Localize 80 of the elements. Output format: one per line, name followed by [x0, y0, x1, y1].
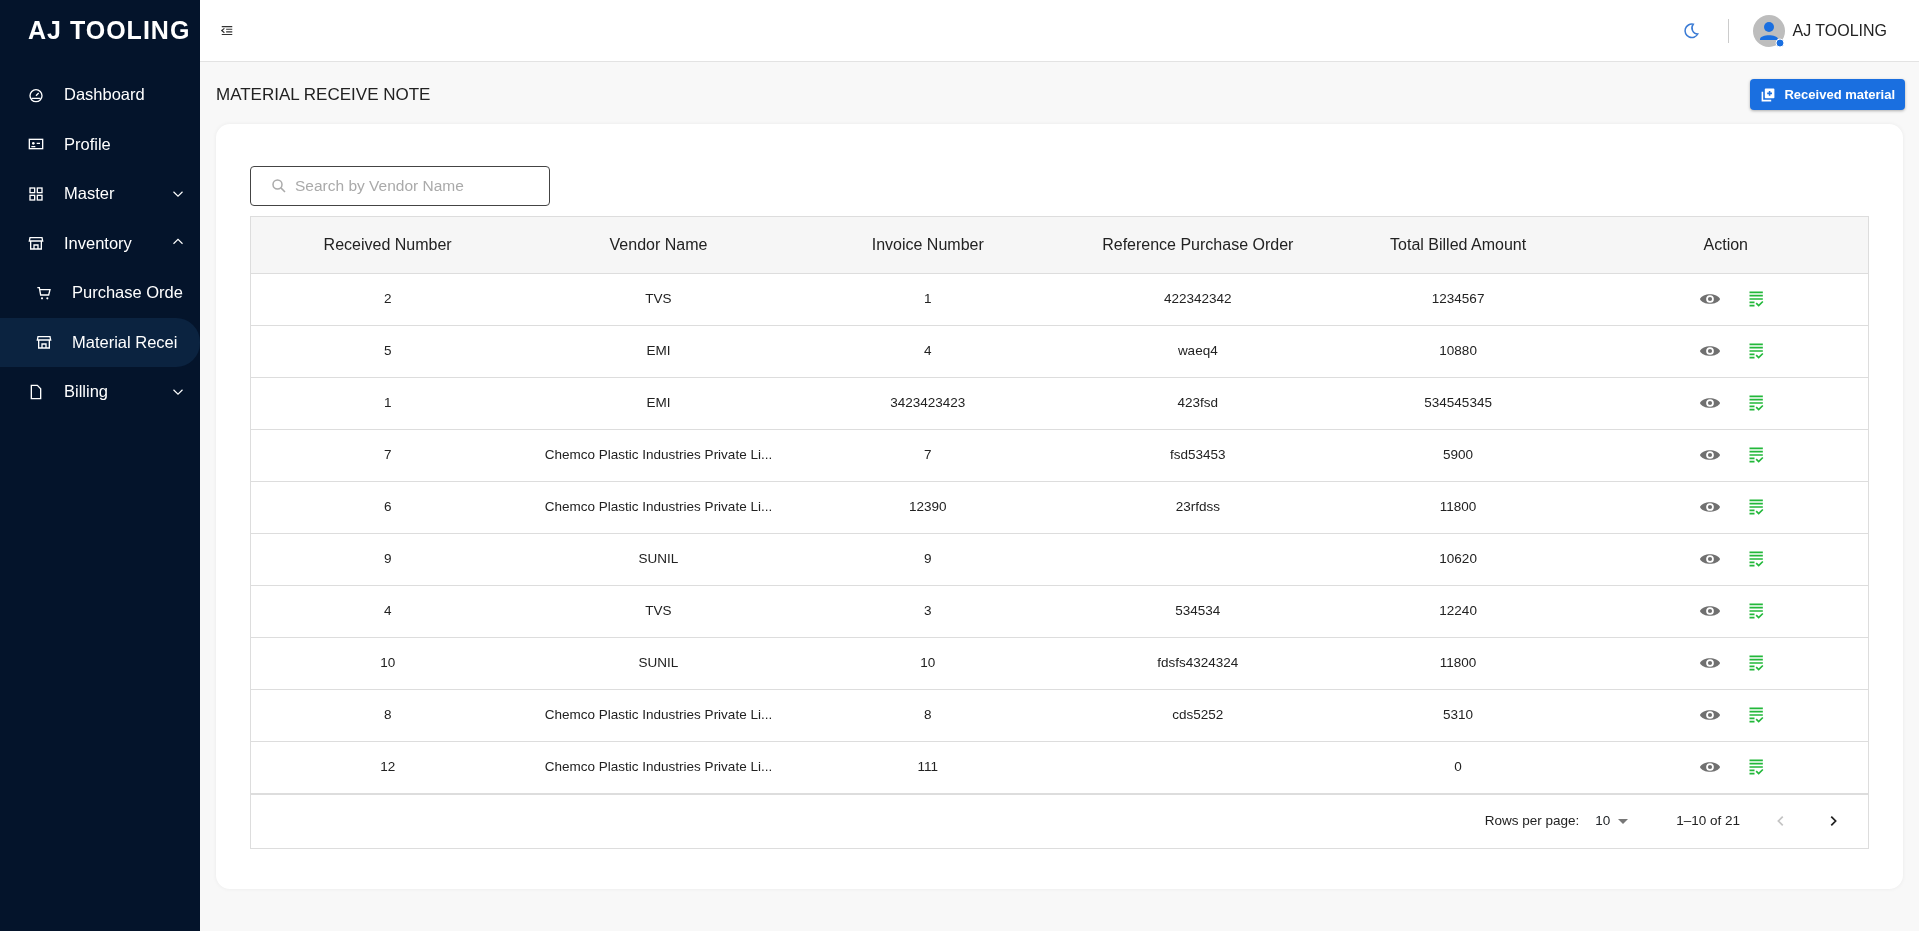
table-cell: 9	[923, 550, 932, 566]
table-cell: 4	[383, 602, 392, 618]
table-cell: 1234567	[1431, 290, 1485, 306]
table-cell: EMI	[646, 342, 671, 358]
table-cell: TVS	[645, 602, 672, 618]
page-range: 1–10 of 21	[1676, 811, 1741, 830]
table-cell: 10880	[1439, 342, 1477, 358]
sidebar-item[interactable]: Billing	[0, 367, 200, 417]
table-cell: waeq4	[1177, 342, 1218, 358]
table-cell: SUNIL	[638, 550, 679, 566]
column-header: Received Number	[251, 217, 525, 273]
store-icon	[36, 334, 52, 351]
table-cell: 423fsd	[1177, 394, 1219, 410]
table-cell: 12	[380, 758, 396, 774]
sidebar-item[interactable]: Purchase Orde	[0, 268, 200, 318]
table-cell: 534534	[1175, 602, 1221, 618]
table-cell: 5310	[1443, 706, 1474, 722]
column-header: Vendor Name	[524, 217, 793, 273]
file-icon	[28, 383, 44, 400]
table-cell: TVS	[645, 290, 672, 306]
table-cell: 10620	[1439, 550, 1477, 566]
table-cell: cds5252	[1172, 706, 1224, 722]
table-cell: Chemco Plastic Industries Private Li...	[544, 498, 773, 514]
sidebar-item[interactable]: Profile	[0, 119, 200, 169]
sidebar-item[interactable]: Dashboard	[0, 70, 200, 120]
avatar-icon	[1752, 14, 1785, 47]
table-cell: 11800	[1439, 498, 1477, 514]
dropdown-caret-icon	[1618, 818, 1629, 824]
column-header: Reference Purchase Order	[1062, 217, 1333, 273]
table-cell: fdsfs4324324	[1157, 654, 1239, 670]
table-cell: 8	[923, 706, 932, 722]
table-cell: 12240	[1439, 602, 1477, 618]
sidebar-item[interactable]: Master	[0, 169, 200, 219]
sidebar-item[interactable]: Material Recei	[0, 317, 200, 367]
table-cell: 2	[383, 290, 392, 306]
rows-per-page-label: Rows per page:	[1484, 811, 1580, 830]
table-cell: 23rfdss	[1175, 498, 1220, 514]
user-name: AJ TOOLING	[1792, 20, 1888, 41]
brand-logo: AJ TOOLING	[27, 15, 192, 47]
add-box-icon	[1760, 86, 1777, 103]
table-cell: 10	[380, 654, 396, 670]
table-cell: 11800	[1439, 654, 1477, 670]
rows-per-page-select[interactable]: 10	[1595, 810, 1629, 832]
table-cell: 0	[1454, 758, 1462, 774]
cart-icon	[36, 284, 52, 301]
table-cell: 1	[923, 290, 932, 306]
column-header: Total Billed Amount	[1332, 217, 1584, 273]
grid-icon	[28, 185, 44, 202]
table-cell: 8	[383, 706, 392, 722]
table-cell: 1	[383, 394, 392, 410]
table-cell: Chemco Plastic Industries Private Li...	[544, 706, 773, 722]
table-cell: 3	[923, 602, 932, 618]
table-cell: 5900	[1443, 446, 1474, 462]
table-cell: 10	[920, 654, 936, 670]
column-header: Invoice Number	[792, 217, 1063, 273]
store-icon	[28, 235, 44, 252]
table-cell: 422342342	[1164, 290, 1232, 306]
table-cell: 9	[383, 550, 392, 566]
page-title: MATERIAL RECEIVE NOTE	[216, 83, 431, 106]
table-cell: 111	[917, 758, 938, 774]
table-cell: 3423423423	[890, 394, 966, 410]
table-cell: Chemco Plastic Industries Private Li...	[544, 446, 773, 462]
menu-icon	[220, 23, 234, 38]
table-cell: 5	[383, 342, 392, 358]
moon-icon	[1681, 21, 1700, 40]
table-cell: fsd53453	[1170, 446, 1226, 462]
table-cell: 12390	[908, 498, 947, 514]
column-header: Action	[1583, 217, 1869, 273]
sidebar-item[interactable]: Inventory	[0, 218, 200, 268]
gauge-icon	[28, 86, 44, 103]
table-cell: Chemco Plastic Industries Private Li...	[544, 758, 773, 774]
table-cell: 7	[383, 446, 392, 462]
table-cell: 534545345	[1424, 394, 1492, 410]
table-cell: EMI	[646, 394, 671, 410]
search-field[interactable]: Search by Vendor Name	[250, 166, 550, 206]
table-cell: 6	[383, 498, 392, 514]
add-material-button[interactable]: Received material	[1750, 79, 1906, 110]
table-cell: 4	[923, 342, 932, 358]
table-cell: SUNIL	[638, 654, 679, 670]
table-cell: 7	[923, 446, 932, 462]
